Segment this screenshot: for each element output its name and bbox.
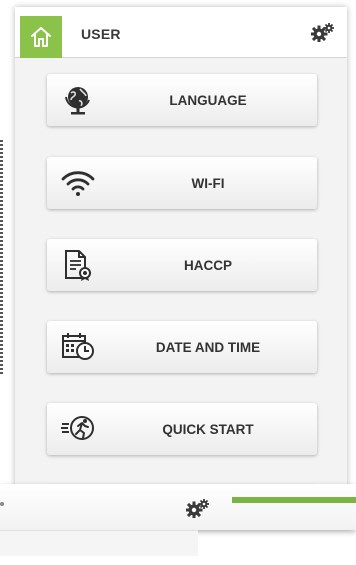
date-and-time-label: DATE AND TIME [155,340,261,355]
page-title: USER [81,26,121,42]
footer-marker [0,502,4,506]
language-button[interactable]: LANGUAGE [47,74,317,126]
home-icon [31,27,51,47]
footer-green-accent [232,497,356,503]
wifi-label: WI-FI [191,176,225,191]
running-man-icon [61,416,94,440]
calendar-clock-icon [62,333,94,360]
wifi-icon [61,171,95,196]
footer-header-bar [0,484,356,530]
wifi-button[interactable]: WI-FI [47,157,317,209]
gear-icon [310,23,334,43]
haccp-label: HACCP [183,258,232,273]
date-and-time-button[interactable]: DATE AND TIME [47,321,317,373]
language-label: LANGUAGE [169,93,247,108]
footer-sub-bar [0,530,198,556]
quick-start-label: QUICK START [162,422,254,437]
user-settings-panel: USER LANGUAGE WI-FI HACCP DATE AND TIME … [15,7,347,527]
gear-icon [185,499,209,519]
home-button[interactable] [20,16,62,58]
haccp-button[interactable]: HACCP [47,239,317,291]
footer-settings-button[interactable] [185,498,210,523]
left-edge-decoration [0,140,3,375]
header-bar: USER [15,7,347,58]
settings-button[interactable] [310,22,335,47]
quick-start-button[interactable]: QUICK START [47,403,317,455]
haccp-document-icon [65,250,91,281]
globe-icon [65,87,90,115]
